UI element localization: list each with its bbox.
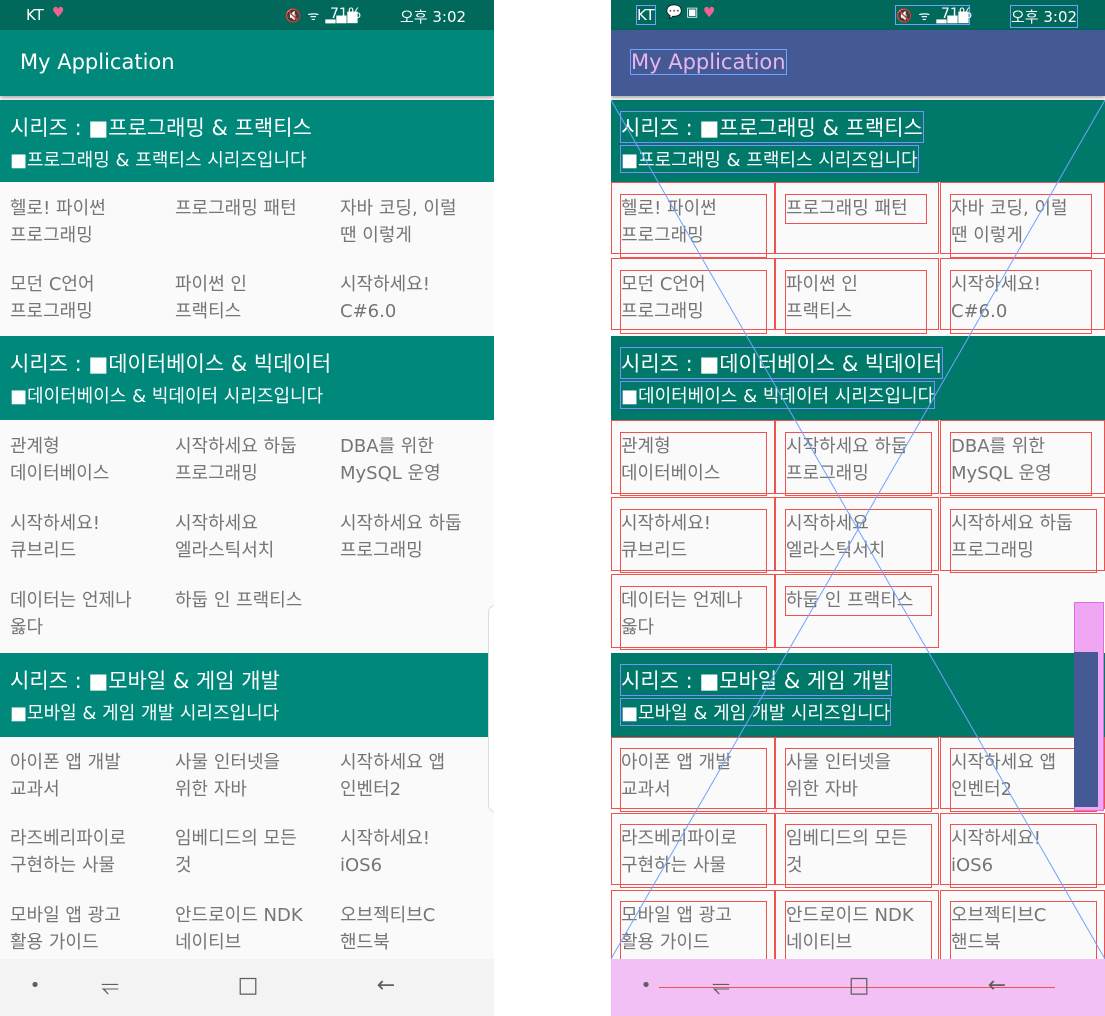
nav-dot[interactable]: •: [15, 975, 55, 996]
book-item[interactable]: 관계형 데이터베이스: [620, 432, 767, 496]
book-item[interactable]: 헬로! 파이썬 프로그래밍: [620, 194, 767, 258]
book-item[interactable]: 모던 C언어 프로그래밍: [10, 271, 168, 333]
book-item[interactable]: 시작하세요! C#6.0: [340, 271, 494, 333]
book-item[interactable]: 시작하세요 엘라스틱서치: [785, 509, 932, 573]
book-item[interactable]: 모던 C언어 프로그래밍: [620, 270, 767, 334]
app-title: My Application: [630, 49, 787, 75]
book-item[interactable]: 시작하세요! iOS6: [340, 825, 494, 887]
book-item[interactable]: 데이터는 언제나 옳다: [620, 586, 767, 650]
home-icon[interactable]: □: [839, 973, 879, 998]
series-header[interactable]: 시리즈 : ■프로그래밍 & 프랙티스 ■프로그래밍 & 프랙티스 시리즈입니다: [0, 100, 494, 182]
book-item[interactable]: 시작하세요 하둡 프로그래밍: [950, 509, 1097, 573]
book-item[interactable]: 파이썬 인 프랙티스: [785, 270, 927, 334]
series-title: 시리즈 : ■모바일 & 게임 개발: [10, 669, 280, 693]
book-item[interactable]: 오브젝티브C 핸드북: [340, 902, 494, 959]
phone-screen-layout-bounds: KT 💬 ▣ ♥ 🔇 ᯤ ▂▄▆ 71% 오후 3:02 My Applicat…: [611, 0, 1105, 1016]
back-icon[interactable]: ←: [977, 973, 1017, 998]
book-item[interactable]: 사물 인터넷을 위한 자바: [785, 748, 932, 812]
series-subtitle: ■모바일 & 게임 개발 시리즈입니다: [619, 698, 892, 726]
navigation-bar: • ⥫ □ ←: [0, 959, 494, 1016]
chat-bubble-icon: 💬: [666, 5, 683, 20]
book-item[interactable]: 임베디드의 모든 것: [175, 825, 333, 887]
nav-dot[interactable]: •: [626, 975, 666, 996]
book-item[interactable]: 시작하세요 하둡 프로그래밍: [785, 432, 932, 496]
book-item[interactable]: 안드로이드 NDK 네이티브: [175, 902, 333, 959]
book-item[interactable]: 라즈베리파이로 구현하는 사물: [620, 824, 767, 888]
series-subtitle: ■모바일 & 게임 개발 시리즈입니다: [10, 703, 280, 724]
book-item[interactable]: 하둡 인 프랙티스: [785, 586, 932, 616]
app-bar: My Application: [0, 30, 494, 96]
series-subtitle: ■프로그래밍 & 프랙티스 시리즈입니다: [10, 150, 307, 171]
status-bar: KT 💬 ▣ ♥ 🔇 ᯤ ▂▄▆ 71% 오후 3:02: [611, 0, 1105, 30]
series-subtitle: ■데이터베이스 & 빅데이터 시리즈입니다: [619, 381, 936, 409]
book-item[interactable]: 시작하세요 하둡 프로그래밍: [175, 433, 333, 495]
book-item[interactable]: 시작하세요 하둡 프로그래밍: [340, 510, 494, 572]
carrier-label: KT: [636, 5, 656, 25]
heart-icon: ♥: [703, 5, 716, 21]
book-item[interactable]: 시작하세요 앱 인벤터2: [340, 749, 494, 811]
series-title: 시리즈 : ■프로그래밍 & 프랙티스: [620, 111, 924, 143]
battery-level: 71%: [330, 6, 362, 22]
series-subtitle: ■데이터베이스 & 빅데이터 시리즈입니다: [10, 386, 324, 407]
series-list[interactable]: 시리즈 : ■프로그래밍 & 프랙티스 ■프로그래밍 & 프랙티스 시리즈입니다…: [0, 100, 494, 959]
edge-panel-handle[interactable]: [488, 605, 494, 812]
book-item[interactable]: 자바 코딩, 이럴 땐 이렇게: [950, 194, 1092, 258]
edge-panel-handle-inner: [1074, 652, 1098, 807]
series-title: 시리즈 : ■프로그래밍 & 프랙티스: [10, 116, 312, 140]
book-item[interactable]: DBA를 위한 MySQL 운영: [950, 432, 1092, 496]
clock: 오후 3:02: [400, 8, 467, 26]
book-item[interactable]: 시작하세요! C#6.0: [950, 270, 1092, 334]
series-subtitle: ■프로그래밍 & 프랙티스 시리즈입니다: [620, 145, 919, 173]
recent-apps-icon[interactable]: ⥫: [701, 973, 741, 998]
book-item[interactable]: DBA를 위한 MySQL 운영: [340, 433, 494, 495]
book-item[interactable]: 시작하세요! 큐브리드: [10, 510, 168, 572]
book-item[interactable]: 파이썬 인 프랙티스: [175, 271, 333, 333]
series-header[interactable]: 시리즈 : ■프로그래밍 & 프랙티스 ■프로그래밍 & 프랙티스 시리즈입니다: [611, 100, 1105, 182]
book-item[interactable]: 오브젝티브C 핸드북: [950, 901, 1097, 959]
book-item[interactable]: 시작하세요! 큐브리드: [620, 509, 767, 573]
carrier-label: KT: [26, 6, 44, 24]
navigation-bar: • ⥫ □ ←: [611, 959, 1105, 1016]
series-title: 시리즈 : ■모바일 & 게임 개발: [620, 664, 892, 696]
series-list[interactable]: 시리즈 : ■프로그래밍 & 프랙티스 ■프로그래밍 & 프랙티스 시리즈입니다…: [611, 100, 1105, 959]
book-item[interactable]: 모바일 앱 광고 활용 가이드: [10, 902, 168, 959]
battery-level: 71%: [941, 6, 973, 22]
book-item[interactable]: 임베디드의 모든 것: [785, 824, 932, 888]
book-item[interactable]: 사물 인터넷을 위한 자바: [175, 749, 333, 811]
book-item[interactable]: 아이폰 앱 개발 교과서: [620, 748, 767, 812]
home-icon[interactable]: □: [228, 973, 268, 998]
series-header[interactable]: 시리즈 : ■데이터베이스 & 빅데이터 ■데이터베이스 & 빅데이터 시리즈입…: [611, 336, 1105, 420]
book-item[interactable]: 라즈베리파이로 구현하는 사물: [10, 825, 168, 887]
book-item[interactable]: 관계형 데이터베이스: [10, 433, 168, 495]
book-item[interactable]: 안드로이드 NDK 네이티브: [785, 901, 932, 959]
app-bar: My Application: [611, 30, 1105, 96]
book-item[interactable]: 데이터는 언제나 옳다: [10, 587, 168, 649]
app-title: My Application: [20, 50, 175, 74]
book-item[interactable]: 하둡 인 프랙티스: [175, 587, 333, 649]
book-item[interactable]: 헬로! 파이썬 프로그래밍: [10, 195, 168, 257]
book-item[interactable]: 모바일 앱 광고 활용 가이드: [620, 901, 767, 959]
book-item[interactable]: 자바 코딩, 이럴 땐 이렇게: [340, 195, 494, 257]
heart-icon: ♥: [52, 5, 65, 21]
back-icon[interactable]: ←: [366, 973, 406, 998]
series-header[interactable]: 시리즈 : ■데이터베이스 & 빅데이터 ■데이터베이스 & 빅데이터 시리즈입…: [0, 336, 494, 420]
status-bar: KT ♥ 🔇 ᯤ ▂▄▆ 71% 오후 3:02: [0, 0, 494, 30]
book-item[interactable]: 시작하세요 엘라스틱서치: [175, 510, 333, 572]
book-item[interactable]: 프로그래밍 패턴: [175, 195, 333, 257]
image-icon: ▣: [686, 5, 699, 20]
phone-screen-normal: KT ♥ 🔇 ᯤ ▂▄▆ 71% 오후 3:02 My Application …: [0, 0, 494, 1016]
book-item[interactable]: 아이폰 앱 개발 교과서: [10, 749, 168, 811]
series-header[interactable]: 시리즈 : ■모바일 & 게임 개발 ■모바일 & 게임 개발 시리즈입니다: [611, 653, 1105, 737]
recent-apps-icon[interactable]: ⥫: [90, 973, 130, 998]
book-item[interactable]: 프로그래밍 패턴: [785, 194, 927, 224]
clock: 오후 3:02: [1009, 5, 1079, 28]
series-header[interactable]: 시리즈 : ■모바일 & 게임 개발 ■모바일 & 게임 개발 시리즈입니다: [0, 653, 494, 737]
series-title: 시리즈 : ■데이터베이스 & 빅데이터: [10, 352, 332, 376]
book-item[interactable]: 시작하세요! iOS6: [950, 824, 1097, 888]
series-title: 시리즈 : ■데이터베이스 & 빅데이터: [619, 347, 944, 379]
